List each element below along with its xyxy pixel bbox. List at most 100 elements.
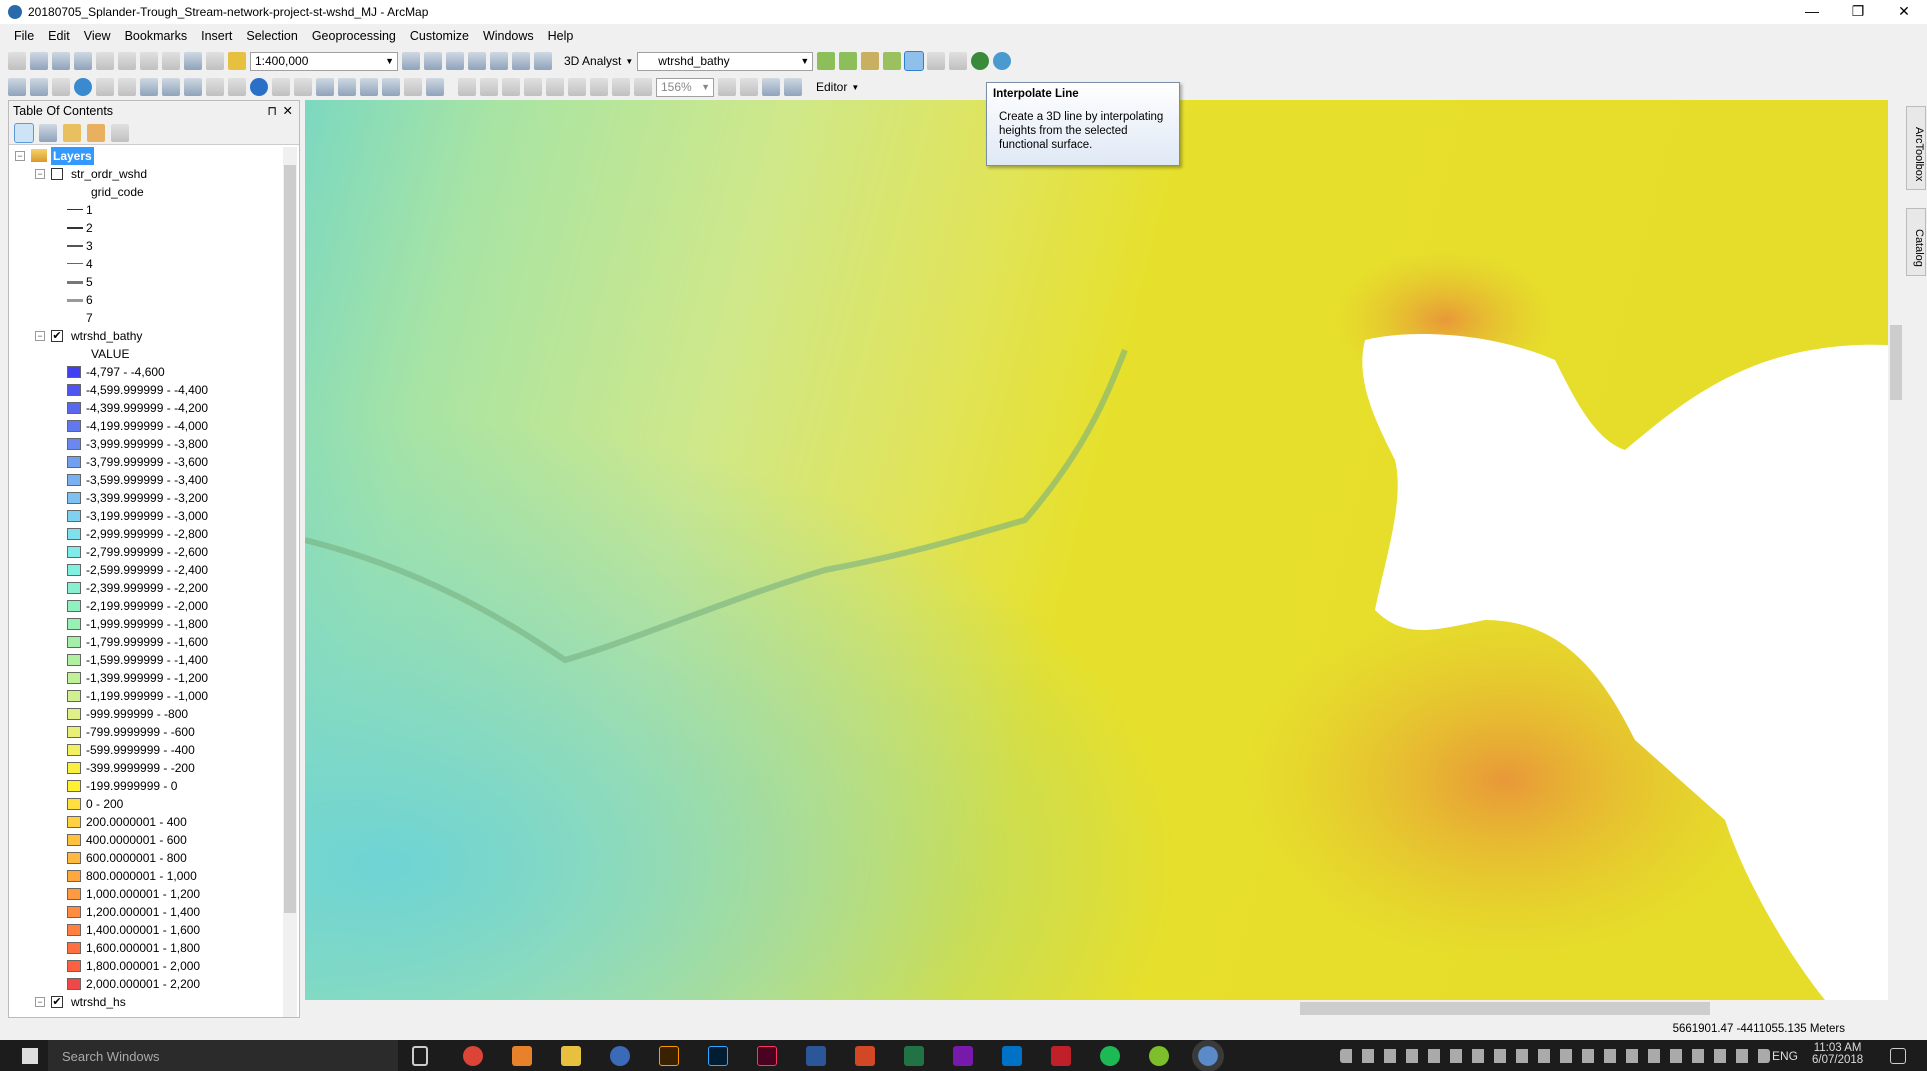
chrome-icon[interactable] (463, 1046, 483, 1066)
contour-icon[interactable] (817, 52, 836, 70)
menu-file[interactable]: File (14, 29, 34, 43)
interpolate-point-icon[interactable] (883, 52, 902, 70)
fixed-zoom-out-icon[interactable] (118, 78, 136, 96)
map-vscroll-thumb[interactable] (1890, 325, 1902, 400)
zoom-100-icon[interactable] (546, 78, 564, 96)
menu-geoprocessing[interactable]: Geoprocessing (312, 29, 396, 43)
layers-root-label[interactable]: Layers (51, 147, 94, 165)
scale-select[interactable]: 1:400,000 ▼ (250, 51, 398, 71)
forward-icon[interactable] (162, 78, 180, 96)
search-window-icon[interactable] (468, 52, 486, 70)
paste-icon[interactable] (140, 52, 158, 70)
toc-layers-root[interactable]: − Layers (9, 147, 279, 165)
hyperlink-icon[interactable] (272, 78, 290, 96)
print-icon[interactable] (74, 52, 92, 70)
find-route-icon[interactable] (360, 78, 378, 96)
zoom-out-icon[interactable] (30, 78, 48, 96)
onenote-icon[interactable] (953, 1046, 973, 1066)
r-icon[interactable] (610, 1046, 630, 1066)
toc-layer-wtrshd_bathy[interactable]: − ✔ wtrshd_bathy (9, 327, 279, 345)
arctoolbox-icon[interactable] (490, 52, 508, 70)
list-by-visibility-icon[interactable] (63, 123, 81, 142)
layer-select[interactable]: wtrshd_bathy ▼ (637, 51, 814, 71)
new-icon[interactable] (8, 52, 26, 70)
qgis-icon[interactable] (1149, 1046, 1169, 1066)
find-icon[interactable] (338, 78, 356, 96)
3d-analyst-menu[interactable]: 3D Analyst (564, 54, 621, 68)
editor-toolbar-icon[interactable] (402, 52, 420, 70)
map-horizontal-scrollbar[interactable] (305, 1000, 1888, 1017)
collapse-icon[interactable]: − (35, 331, 45, 341)
layout-back-icon[interactable] (612, 78, 630, 96)
toc-layer-wtrshd_hs[interactable]: − ✔ wtrshd_hs (9, 993, 279, 1011)
mendeley-icon[interactable] (1051, 1046, 1071, 1066)
map-vertical-scrollbar[interactable] (1888, 100, 1904, 1000)
measure-icon[interactable] (316, 78, 334, 96)
powerpoint-icon[interactable] (855, 1046, 875, 1066)
collapse-icon[interactable]: − (15, 151, 25, 161)
copy-icon[interactable] (118, 52, 136, 70)
change-layout-icon[interactable] (762, 78, 780, 96)
menu-selection[interactable]: Selection (246, 29, 297, 43)
windows-start-icon[interactable] (22, 1048, 38, 1064)
layer-name[interactable]: str_ordr_wshd (71, 165, 147, 183)
delete-icon[interactable] (162, 52, 180, 70)
arcglobe-icon[interactable] (993, 52, 1012, 70)
list-by-drawing-order-icon[interactable] (14, 122, 34, 143)
catalog-window-icon[interactable] (446, 52, 464, 70)
open-icon[interactable] (30, 52, 48, 70)
clear-selection-icon[interactable] (206, 78, 224, 96)
toc-close-button[interactable]: ✕ (283, 101, 293, 121)
zoom-whole-page-icon[interactable] (524, 78, 542, 96)
outlook-icon[interactable] (1002, 1046, 1022, 1066)
back-icon[interactable] (140, 78, 158, 96)
model-builder-icon[interactable] (534, 52, 552, 70)
task-view-icon[interactable] (412, 1046, 428, 1066)
layout-forward-icon[interactable] (634, 78, 652, 96)
arcscene-icon[interactable] (971, 52, 990, 70)
html-popup-icon[interactable] (294, 78, 312, 96)
zoom-in-icon[interactable] (8, 78, 26, 96)
layout-zoom-in-icon[interactable] (458, 78, 476, 96)
redo-icon[interactable] (206, 52, 224, 70)
python-icon[interactable] (512, 52, 530, 70)
arctoolbox-dock-tab[interactable]: ArcToolbox (1906, 106, 1926, 190)
menu-insert[interactable]: Insert (201, 29, 232, 43)
maximize-button[interactable]: ❐ (1835, 0, 1881, 24)
layer-name[interactable]: wtrshd_bathy (71, 327, 142, 345)
illustrator-icon[interactable] (659, 1046, 679, 1066)
minimize-button[interactable]: — (1789, 0, 1835, 24)
zoom-percent-select[interactable]: 156% ▼ (656, 77, 714, 97)
steepest-path-icon[interactable] (839, 52, 858, 70)
layer-visibility-checkbox[interactable] (51, 168, 63, 180)
save-icon[interactable] (52, 52, 70, 70)
interpolate-polygon-icon[interactable] (927, 52, 946, 70)
close-button[interactable]: ✕ (1881, 0, 1927, 24)
menu-windows[interactable]: Windows (483, 29, 534, 43)
add-data-icon[interactable] (228, 52, 246, 70)
toc-scrollbar[interactable] (283, 147, 297, 1017)
excel-icon[interactable] (904, 1046, 924, 1066)
menu-help[interactable]: Help (548, 29, 574, 43)
interpolate-line-icon[interactable] (904, 51, 925, 71)
layer-name[interactable]: wtrshd_hs (71, 993, 126, 1011)
notifications-icon[interactable] (1890, 1048, 1906, 1064)
options-icon[interactable] (111, 123, 129, 142)
fixed-zoom-in-icon[interactable] (96, 78, 114, 96)
photoshop-icon[interactable] (708, 1046, 728, 1066)
layer-visibility-checkbox[interactable]: ✔ (51, 330, 63, 342)
pin-icon[interactable]: ⊓ (267, 101, 277, 121)
list-by-selection-icon[interactable] (87, 123, 105, 142)
clock[interactable]: 11:03 AM 6/07/2018 (1812, 1042, 1863, 1066)
cut-icon[interactable] (96, 52, 114, 70)
media-player-icon[interactable] (512, 1046, 532, 1066)
toc-window-icon[interactable] (424, 52, 442, 70)
focus-data-frame-icon[interactable] (740, 78, 758, 96)
layout-pan-icon[interactable] (502, 78, 520, 96)
time-slider-icon[interactable] (404, 78, 422, 96)
menu-view[interactable]: View (84, 29, 111, 43)
pan-icon[interactable] (52, 78, 70, 96)
identify-icon[interactable] (250, 78, 268, 96)
full-extent-icon[interactable] (74, 78, 92, 96)
word-icon[interactable] (806, 1046, 826, 1066)
